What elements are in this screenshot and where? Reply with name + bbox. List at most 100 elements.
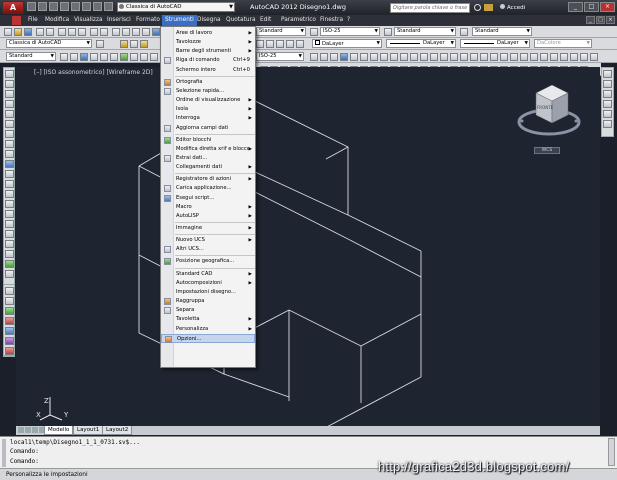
menu-item-altri-ucs[interactable]: Altri UCS...: [161, 245, 255, 254]
multileader-style-icon[interactable]: [460, 28, 468, 36]
menu-item-collegamenti-dati[interactable]: Collegamenti dati ▶: [161, 163, 255, 172]
visual-style-select[interactable]: Standard ▼: [6, 52, 56, 61]
dim-style-select[interactable]: ISO-25 ▼: [320, 27, 380, 36]
make-block-icon[interactable]: [5, 190, 14, 198]
menu-item-selezione-rapida[interactable]: Selezione rapida...: [161, 87, 255, 96]
tool-icon[interactable]: [400, 53, 408, 61]
plot-icon[interactable]: [71, 2, 80, 11]
cut-icon[interactable]: [58, 28, 66, 36]
offset-icon[interactable]: [5, 317, 14, 325]
redo-icon[interactable]: [100, 28, 108, 36]
save-icon[interactable]: [49, 2, 58, 11]
menu-disegna[interactable]: Disegna: [197, 17, 221, 23]
menu-item-editor-blocchi[interactable]: Editor blocchi: [161, 136, 255, 145]
menu-item-schermo-intero[interactable]: Schermo intero Ctrl+0: [161, 66, 255, 75]
tab-model[interactable]: Modello: [44, 426, 74, 435]
workspace-combo[interactable]: Classica di AutoCAD ▼: [6, 39, 92, 48]
tool-icon[interactable]: [460, 53, 468, 61]
view-icon[interactable]: [100, 53, 108, 61]
menu-item-isola[interactable]: Isola ▶: [161, 105, 255, 114]
gradient-icon[interactable]: [5, 220, 14, 228]
menu-modifica[interactable]: Modifica: [45, 17, 69, 23]
menu-help[interactable]: ?: [347, 17, 350, 23]
menu-item-registratore-di-azioni[interactable]: Registratore di azioni ▶: [161, 175, 255, 184]
pan-icon[interactable]: [112, 28, 120, 36]
table-style-select[interactable]: Standard ▼: [394, 27, 456, 36]
lineweight-select[interactable]: DaLayer ▼: [460, 39, 530, 48]
text-style-select[interactable]: Standard ▼: [256, 27, 306, 36]
tool-icon[interactable]: [570, 53, 578, 61]
menu-item-immagine[interactable]: Immagine ▶: [161, 224, 255, 233]
menu-item-personalizza[interactable]: Personalizza ▶: [161, 325, 255, 334]
tool-icon[interactable]: [603, 120, 612, 128]
ellipse-icon[interactable]: [5, 160, 14, 168]
tool-icon[interactable]: [320, 53, 328, 61]
tool-icon[interactable]: [330, 53, 338, 61]
spline-icon[interactable]: [5, 150, 14, 158]
application-menu-button[interactable]: A: [2, 1, 24, 14]
polyline-icon[interactable]: [5, 90, 14, 98]
tool-icon[interactable]: [420, 53, 428, 61]
menu-item-posizione-geografica[interactable]: Posizione geografica...: [161, 257, 255, 266]
tool-icon[interactable]: [590, 53, 598, 61]
array-icon[interactable]: [5, 327, 14, 335]
view-icon[interactable]: [70, 53, 78, 61]
layer-bulb-icon[interactable]: [140, 40, 148, 48]
tool-icon[interactable]: [490, 53, 498, 61]
mtext-icon[interactable]: [5, 250, 14, 258]
hatch-icon[interactable]: [5, 210, 14, 218]
multileader-style-select[interactable]: Standard ▼: [472, 27, 532, 36]
menu-item-estrai-dati[interactable]: Estrai dati...: [161, 154, 255, 163]
redo-icon[interactable]: [93, 2, 102, 11]
tool-icon[interactable]: [410, 53, 418, 61]
new-icon[interactable]: [4, 28, 12, 36]
doc-minimize-button[interactable]: _: [586, 16, 595, 24]
menu-item-interroga[interactable]: Interroga ▶: [161, 114, 255, 123]
copy-icon[interactable]: [68, 28, 76, 36]
menu-item-autolisp[interactable]: AutoLISP ▶: [161, 212, 255, 221]
view-icon[interactable]: [110, 53, 118, 61]
view-icon[interactable]: [140, 53, 148, 61]
command-scrollbar[interactable]: [608, 438, 615, 466]
save-as-icon[interactable]: [60, 2, 69, 11]
tool-icon[interactable]: [510, 53, 518, 61]
tab-layout1[interactable]: Layout1: [73, 426, 104, 435]
menu-item-modifica-diretta-xrif-e-blocco[interactable]: Modifica diretta xrif e blocco ▶: [161, 145, 255, 154]
tool-icon[interactable]: [360, 53, 368, 61]
dim-style-select-2[interactable]: ISO-25 ▼: [256, 52, 304, 61]
add-selected-icon[interactable]: [5, 260, 14, 268]
tool-icon[interactable]: [540, 53, 548, 61]
layer-iso-icon[interactable]: [276, 40, 284, 48]
view-icon[interactable]: [120, 53, 128, 61]
view-icon[interactable]: [150, 53, 158, 61]
polygon-icon[interactable]: [5, 100, 14, 108]
tool-icon[interactable]: [430, 53, 438, 61]
menu-file[interactable]: File: [28, 17, 38, 23]
menu-item-nuovo-ucs[interactable]: Nuovo UCS ▶: [161, 236, 255, 245]
plot-icon[interactable]: [36, 28, 44, 36]
menu-item-autocomposizioni[interactable]: Autocomposizioni ▶: [161, 279, 255, 288]
menu-item-barre-degli-strumenti[interactable]: Barre degli strumenti ▶: [161, 47, 255, 56]
zoom-window-icon[interactable]: [132, 28, 140, 36]
open-icon[interactable]: [14, 28, 22, 36]
properties-icon[interactable]: [152, 28, 160, 36]
tab-layout2[interactable]: Layout2: [102, 426, 133, 435]
insert-block-icon[interactable]: [5, 180, 14, 188]
rotate-icon[interactable]: [5, 347, 14, 355]
menu-inserisci[interactable]: Inserisci: [107, 17, 131, 23]
table-style-icon[interactable]: [384, 28, 392, 36]
menu-finestra[interactable]: Finestra: [320, 17, 343, 23]
menu-item-esegui-script[interactable]: Esegui script...: [161, 194, 255, 203]
mirror-icon[interactable]: [5, 307, 14, 315]
menu-formato[interactable]: Formato: [136, 17, 160, 23]
menu-visualizza[interactable]: Visualizza: [74, 17, 103, 23]
open-icon[interactable]: [38, 2, 47, 11]
zoom-previous-icon[interactable]: [142, 28, 150, 36]
preview-icon[interactable]: [46, 28, 54, 36]
view-icon[interactable]: [90, 53, 98, 61]
tool-icon[interactable]: [470, 53, 478, 61]
text-icon[interactable]: [5, 270, 14, 278]
tool-icon[interactable]: [603, 100, 612, 108]
erase-icon[interactable]: [5, 287, 14, 295]
save-icon[interactable]: [24, 28, 32, 36]
